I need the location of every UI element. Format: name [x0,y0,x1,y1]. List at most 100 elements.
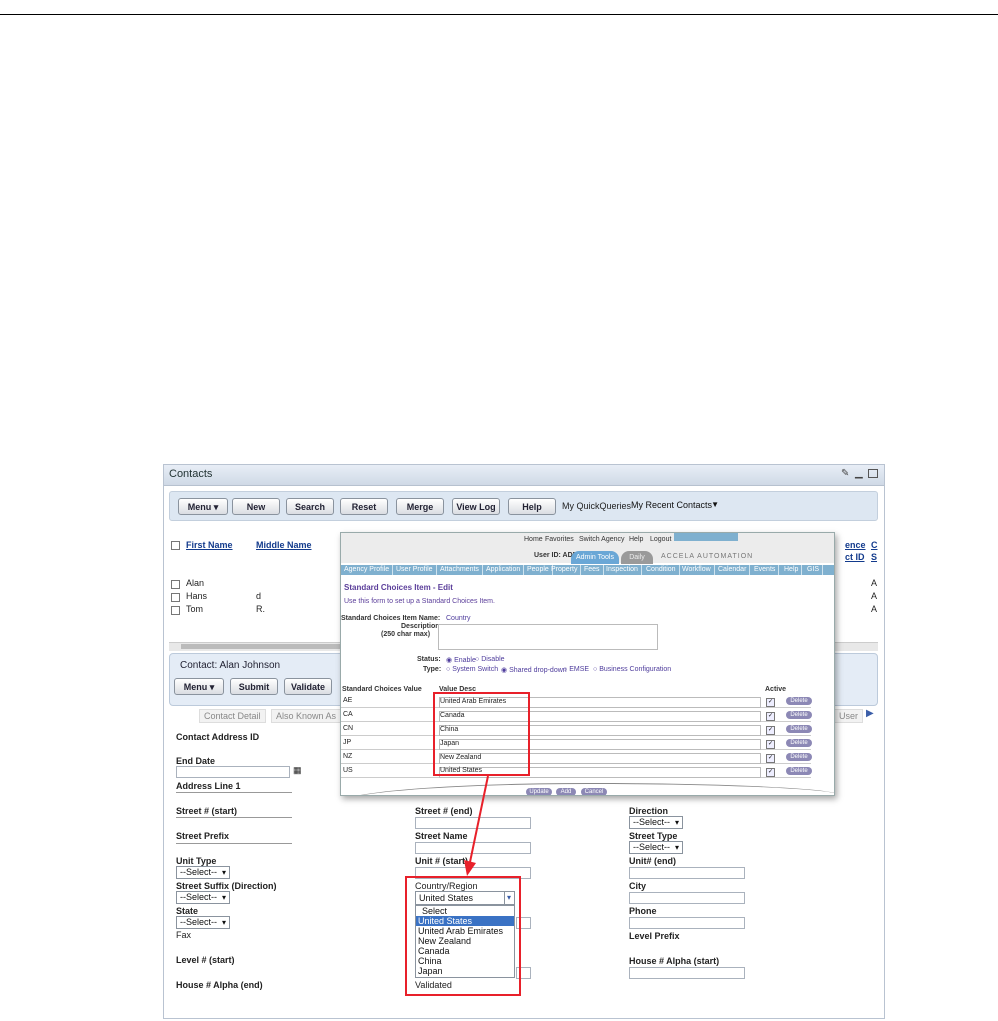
table-row[interactable]: NZ ✓ Delete [341,752,812,764]
select-all-checkbox[interactable] [171,541,180,550]
active-checkbox[interactable]: ✓ [766,740,775,749]
delete-button[interactable]: Delete [786,725,812,733]
nav-property[interactable]: Property [548,565,582,575]
minimize-icon[interactable]: ▁ [855,469,865,479]
type-business-config-radio[interactable]: ○ Business Configuration [593,666,671,673]
calendar-icon[interactable]: ▦ [293,765,302,776]
nav-fees[interactable]: Fees [581,565,604,575]
row-checkbox[interactable] [171,593,180,602]
nav-attachments[interactable]: Attachments [437,565,483,575]
table-row[interactable]: US ✓ Delete [341,766,812,778]
table-row[interactable]: CA ✓ Delete [341,710,812,722]
nav-condition[interactable]: Condition [643,565,680,575]
col-c-a[interactable]: C [871,540,878,550]
street-type-select[interactable]: --Select-- ▾ [629,841,683,854]
col-reference-b[interactable]: ct ID [845,552,865,562]
status-enable-radio[interactable]: ◉ Enable [446,656,476,664]
street-suffix-select[interactable]: --Select-- ▾ [176,891,230,904]
link-switch-agency[interactable]: Switch Agency [579,536,625,543]
col-c-b[interactable]: S [871,552,877,562]
nav-events[interactable]: Events [751,565,780,575]
tab-user[interactable]: User [834,709,864,723]
view-log-button[interactable]: View Log [452,498,500,515]
row-checkbox[interactable] [171,606,180,615]
state-select[interactable]: --Select-- ▾ [176,916,230,929]
validate-button[interactable]: Validate [284,678,332,695]
maximize-icon[interactable] [868,469,878,478]
first-name-cell[interactable]: Tom [186,604,203,614]
tab-scroll-right-icon[interactable]: ▶ [866,708,874,719]
type-system-switch-radio[interactable]: ○ System Switch [446,666,498,673]
first-name-cell[interactable]: Alan [186,578,204,588]
add-button[interactable]: Add [556,788,576,795]
dropdown-option[interactable]: New Zealand [416,936,514,946]
col-first-name[interactable]: First Name [186,540,233,550]
table-row[interactable]: CN ✓ Delete [341,724,812,736]
dropdown-option[interactable]: Select [416,906,514,916]
nav-agency-profile[interactable]: Agency Profile [341,565,394,575]
delete-button[interactable]: Delete [786,753,812,761]
dropdown-option[interactable]: Canada [416,946,514,956]
delete-button[interactable]: Delete [786,697,812,705]
street-prefix-input[interactable] [176,843,292,844]
delete-button[interactable]: Delete [786,739,812,747]
search-button[interactable]: Search [286,498,334,515]
quickqueries-select[interactable]: My Recent Contacts ▼ [628,498,722,514]
nav-inspection[interactable]: Inspection [603,565,642,575]
active-checkbox[interactable]: ✓ [766,726,775,735]
house-alpha-start-input[interactable] [629,967,745,979]
type-shared-dropdown-radio[interactable]: ◉ Shared drop-down [501,666,567,674]
merge-button[interactable]: Merge [396,498,444,515]
address-line-1-input[interactable] [176,792,292,793]
dropdown-option[interactable]: China [416,956,514,966]
phone-input[interactable] [629,917,745,929]
tab-daily[interactable]: Daily [621,551,653,564]
table-row[interactable]: JP ✓ Delete [341,738,812,750]
first-name-cell[interactable]: Hans [186,591,207,601]
nav-help[interactable]: Help [781,565,803,575]
direction-select[interactable]: --Select-- ▾ [629,816,683,829]
reset-button[interactable]: Reset [340,498,388,515]
help-button[interactable]: Help [508,498,556,515]
delete-button[interactable]: Delete [786,711,812,719]
detail-menu-button[interactable]: Menu ▾ [174,678,224,695]
cancel-button[interactable]: Cancel [581,788,607,795]
dropdown-option[interactable]: United Arab Emirates [416,926,514,936]
nav-application[interactable]: Application [483,565,525,575]
end-date-input[interactable] [176,766,290,778]
dropdown-option[interactable]: Japan [416,966,514,976]
active-checkbox[interactable]: ✓ [766,698,775,707]
update-button[interactable]: Update [526,788,552,795]
country-dropdown-list[interactable]: Select United States United Arab Emirate… [415,905,515,978]
active-checkbox[interactable]: ✓ [766,754,775,763]
status-disable-radio[interactable]: ○ Disable [475,656,505,663]
col-middle-name[interactable]: Middle Name [256,540,312,550]
col-reference-a[interactable]: ence [845,540,866,550]
nav-gis[interactable]: GIS [804,565,824,575]
tab-admin-tools[interactable]: Admin Tools [571,551,619,564]
dropdown-option-selected[interactable]: United States [416,916,514,926]
active-checkbox[interactable]: ✓ [766,768,775,777]
level-prefix-input[interactable] [629,942,745,954]
unit-type-select[interactable]: --Select-- ▾ [176,866,230,879]
link-help[interactable]: Help [629,536,643,543]
nav-calendar[interactable]: Calendar [715,565,751,575]
link-favorites[interactable]: Favorites [545,536,574,543]
unit-end-input[interactable] [629,867,745,879]
help-icon[interactable]: ✎ [841,469,851,479]
description-textarea[interactable] [438,624,658,650]
link-home[interactable]: Home [524,536,543,543]
nav-user-profile[interactable]: User Profile [393,565,437,575]
link-logout[interactable]: Logout [650,536,671,543]
nav-workflow[interactable]: Workflow [679,565,715,575]
city-input[interactable] [629,892,745,904]
street-name-input[interactable] [415,842,531,854]
submit-button[interactable]: Submit [230,678,278,695]
street-start-input[interactable] [176,817,292,818]
tab-contact-detail[interactable]: Contact Detail [199,709,266,723]
new-button[interactable]: New [232,498,280,515]
country-region-select[interactable]: United States ▾ [415,891,515,905]
type-emse-radio[interactable]: ○ EMSE [563,666,589,673]
tab-also-known-as[interactable]: Also Known As [271,709,342,723]
active-checkbox[interactable]: ✓ [766,712,775,721]
